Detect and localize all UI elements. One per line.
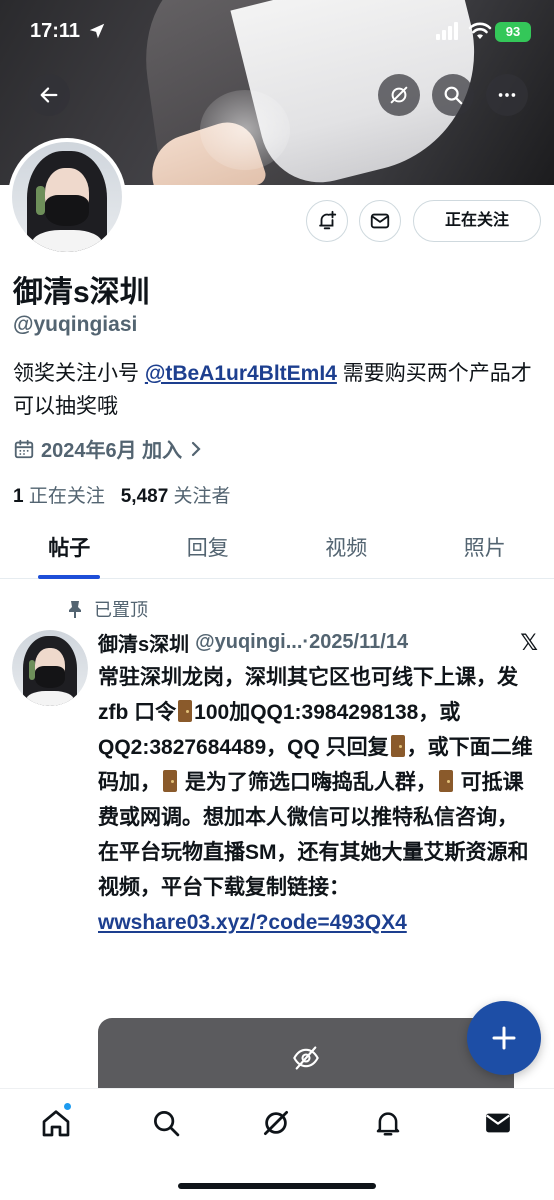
- post-author-avatar[interactable]: [12, 630, 88, 706]
- chevron-right-icon: [192, 441, 201, 456]
- location-arrow-icon: [89, 23, 105, 39]
- bio-text: 领奖关注小号: [13, 362, 145, 385]
- grok-icon: [390, 86, 408, 104]
- joined-label: 2024年6月 加入: [41, 440, 183, 462]
- bell-icon: [376, 1112, 400, 1136]
- wifi-icon: [468, 22, 492, 39]
- door-emoji-icon: [178, 700, 193, 722]
- avatar-image: [12, 142, 122, 252]
- following-count: 1: [13, 486, 24, 507]
- followers-label: 关注者: [173, 486, 231, 507]
- notifications-button[interactable]: [306, 200, 348, 242]
- home-unread-dot: [64, 1103, 71, 1110]
- nav-grok[interactable]: [258, 1105, 294, 1141]
- back-arrow-icon: [40, 87, 58, 103]
- followers-count: 5,487: [120, 486, 169, 507]
- battery-indicator: 93: [495, 22, 531, 42]
- avatar-image: [12, 630, 88, 706]
- grok-button[interactable]: [378, 74, 420, 116]
- banner-fabric: [200, 90, 290, 170]
- post-text: 常驻深圳龙岗，深圳其它区也可线下上课，发zfb 口令 100加QQ1:398429…: [98, 660, 538, 940]
- avatar-hair-streak: [28, 660, 35, 681]
- compose-button[interactable]: [467, 1001, 541, 1075]
- profile-bio: 领奖关注小号 @tBeA1ur4BltEmI4 需要购买两个产品才可以抽奖哦: [13, 357, 538, 423]
- following-count-link[interactable]: 1 正在关注: [13, 486, 105, 507]
- profile-name: 御清s深圳: [13, 276, 150, 309]
- nav-notifications[interactable]: [370, 1105, 406, 1141]
- nav-search[interactable]: [148, 1105, 184, 1141]
- profile-tabs: 帖子 回复 视频 照片: [0, 523, 554, 579]
- eye-off-icon: [293, 1046, 319, 1070]
- pin-icon: [69, 601, 81, 618]
- nav-home[interactable]: [38, 1105, 74, 1141]
- followers-count-link[interactable]: 5,487 关注者: [121, 486, 231, 507]
- hidden-media[interactable]: [98, 1018, 514, 1098]
- pinned-label: 已置顶: [94, 600, 148, 620]
- avatar-mask: [34, 666, 66, 688]
- mail-icon: [486, 1113, 510, 1133]
- search-icon: [154, 1111, 180, 1137]
- mail-icon: [370, 213, 390, 229]
- profile-avatar[interactable]: [8, 138, 126, 256]
- avatar-shirt: [31, 230, 103, 252]
- post-author-handle[interactable]: @yuqingi...: [195, 631, 302, 654]
- calendar-icon: [14, 439, 34, 458]
- pinned-indicator: 已置顶: [66, 596, 148, 622]
- profile-handle: @yuqingiasi: [13, 313, 138, 336]
- more-button[interactable]: [486, 74, 528, 116]
- bio-mention-link[interactable]: @tBeA1ur4BltEmI4: [145, 362, 337, 385]
- grok-icon: [264, 1111, 288, 1135]
- tab-photos[interactable]: 照片: [416, 523, 554, 578]
- avatar-mask: [45, 194, 89, 226]
- post-author-name[interactable]: 御清s深圳: [98, 628, 189, 657]
- tab-replies[interactable]: 回复: [139, 523, 278, 578]
- avatar-shirt: [25, 690, 75, 706]
- door-emoji-icon: [438, 770, 453, 792]
- follow-counts: 1 正在关注 5,487 关注者: [13, 481, 231, 508]
- nav-messages[interactable]: [480, 1105, 516, 1141]
- back-button[interactable]: [28, 74, 70, 116]
- post-date: ·2025/11/14: [302, 631, 409, 653]
- tab-posts[interactable]: 帖子: [0, 523, 139, 579]
- joined-date[interactable]: 2024年6月 加入: [13, 434, 204, 463]
- notification-bell-add-icon: [319, 210, 337, 230]
- door-emoji-icon: [163, 770, 177, 792]
- following-label: 正在关注: [28, 486, 105, 507]
- door-emoji-icon: [390, 735, 405, 757]
- status-bar: 17:11 93: [0, 0, 554, 62]
- x-logo-icon: 𝕏: [520, 629, 538, 655]
- post-header: 御清s深圳 @yuqingi... ·2025/11/14 𝕏: [98, 628, 538, 657]
- home-icon: [42, 1110, 70, 1137]
- status-time: 17:11: [30, 20, 81, 42]
- message-button[interactable]: [359, 200, 401, 242]
- post-text-segment: 是为了筛选口嗨捣乱人群，: [179, 771, 437, 794]
- avatar-hair-streak: [36, 186, 45, 215]
- tab-videos[interactable]: 视频: [277, 523, 416, 578]
- following-button[interactable]: 正在关注: [413, 200, 541, 242]
- cellular-signal-icon: [436, 22, 458, 40]
- post-link[interactable]: wwshare03.xyz/?code=493QX4: [98, 911, 407, 934]
- search-button[interactable]: [432, 74, 474, 116]
- search-icon: [444, 86, 463, 105]
- plus-icon: [492, 1026, 516, 1050]
- home-indicator: [178, 1183, 376, 1189]
- more-icon: [498, 93, 516, 97]
